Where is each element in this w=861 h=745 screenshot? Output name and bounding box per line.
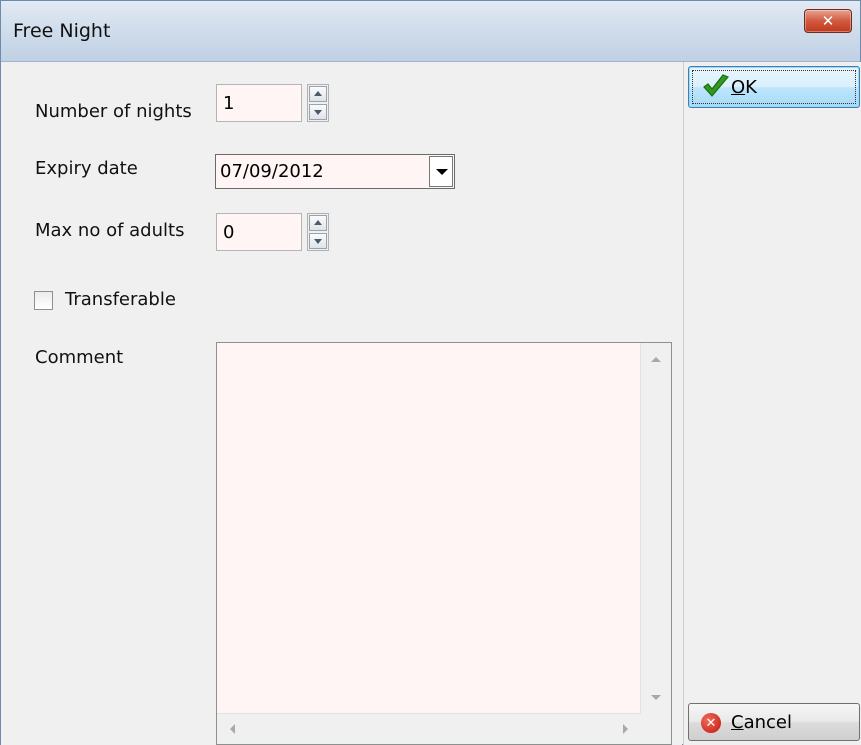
cancel-button-label: Cancel <box>731 711 792 733</box>
chevron-up-icon <box>314 91 322 96</box>
ok-button-label: OK <box>731 76 757 98</box>
button-panel: OK ✕ Cancel <box>683 62 861 745</box>
expiry-value: 07/09/2012 <box>220 161 324 182</box>
comment-label: Comment <box>35 347 124 368</box>
nights-value: 1 <box>223 92 235 114</box>
window-title: Free Night <box>13 20 111 42</box>
form-panel: Number of nights 1 Expiry date 07/09/201… <box>1 62 682 745</box>
expiry-date-combo[interactable]: 07/09/2012 <box>215 154 455 189</box>
adults-spinner[interactable] <box>307 213 329 251</box>
adults-spin-up-button[interactable] <box>309 215 327 231</box>
adults-input[interactable]: 0 <box>216 213 302 251</box>
close-button[interactable]: ✕ <box>804 9 852 33</box>
scroll-corner <box>641 714 671 744</box>
adults-value: 0 <box>223 221 235 243</box>
nights-label: Number of nights <box>35 101 192 122</box>
chevron-up-icon <box>314 220 322 225</box>
comment-vertical-scrollbar[interactable] <box>640 343 671 714</box>
cancel-button[interactable]: ✕ Cancel <box>688 703 860 741</box>
chevron-down-icon <box>314 239 322 244</box>
title-bar: Free Night ✕ <box>1 1 860 62</box>
adults-spin-down-button[interactable] <box>309 233 327 249</box>
transferable-checkbox[interactable] <box>34 291 53 310</box>
chevron-down-icon <box>314 110 322 115</box>
scroll-right-arrow-icon[interactable] <box>623 724 628 734</box>
adults-label: Max no of adults <box>35 220 185 241</box>
comment-horizontal-scrollbar[interactable] <box>217 713 641 744</box>
expiry-dropdown-button[interactable] <box>429 156 453 187</box>
checkmark-icon <box>703 74 729 97</box>
ok-button[interactable]: OK <box>688 66 860 108</box>
nights-spin-down-button[interactable] <box>309 104 327 120</box>
close-icon: ✕ <box>821 12 835 30</box>
nights-input[interactable]: 1 <box>216 84 302 122</box>
expiry-label: Expiry date <box>35 158 138 179</box>
dropdown-arrow-icon <box>436 169 448 175</box>
transferable-label[interactable]: Transferable <box>65 289 176 310</box>
comment-textarea[interactable] <box>216 342 672 745</box>
nights-spinner[interactable] <box>307 84 329 122</box>
scroll-up-arrow-icon[interactable] <box>651 357 661 362</box>
cancel-icon: ✕ <box>701 713 721 733</box>
scroll-left-arrow-icon[interactable] <box>230 724 235 734</box>
free-night-dialog: Free Night ✕ Number of nights 1 Expiry d… <box>0 0 861 745</box>
nights-spin-up-button[interactable] <box>309 86 327 102</box>
scroll-down-arrow-icon[interactable] <box>651 695 661 700</box>
